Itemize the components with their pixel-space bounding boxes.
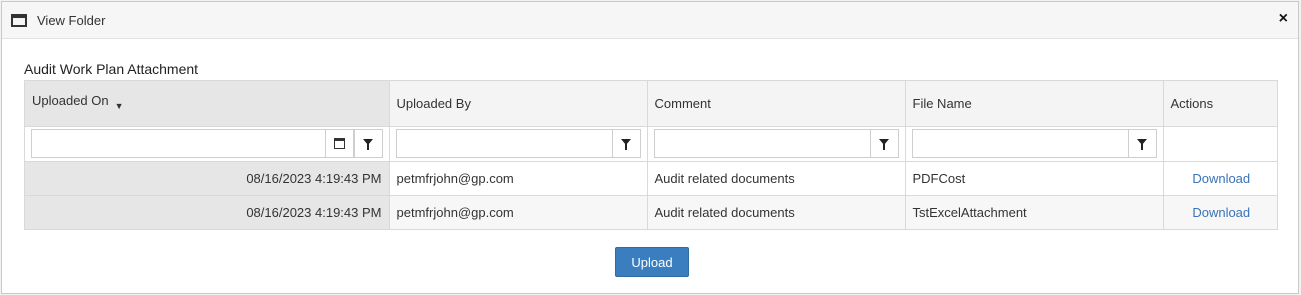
column-header-uploaded-by[interactable]: Uploaded By (389, 81, 648, 127)
actions-cell: Download (1163, 161, 1277, 196)
uploaded-by-cell: petmfrjohn@gp.com (389, 195, 648, 229)
filter-cell-uploaded-on (25, 126, 390, 162)
upload-button[interactable]: Upload (615, 247, 689, 277)
table-row: 08/16/2023 4:19:43 PM petmfrjohn@gp.com … (25, 195, 1277, 229)
filter-icon (879, 138, 889, 150)
file-name-cell: TstExcelAttachment (905, 195, 1164, 229)
filter-icon (363, 138, 373, 150)
file-name-filter-input[interactable] (911, 129, 1128, 158)
dialog-title: View Folder (37, 12, 106, 28)
comment-cell: Audit related documents (647, 195, 906, 229)
filter-cell-uploaded-by (389, 126, 648, 162)
filter-cell-actions (1163, 126, 1277, 162)
calendar-icon (333, 138, 345, 149)
dialog-titlebar: View Folder × (2, 2, 1298, 39)
attachments-grid: Uploaded On ▼ Uploaded By Comment File Na… (24, 80, 1278, 230)
column-header-file-name[interactable]: File Name (905, 81, 1164, 127)
comment-filter-input[interactable] (653, 129, 870, 158)
section-title: Audit Work Plan Attachment (24, 61, 199, 77)
calendar-button[interactable] (324, 129, 354, 158)
sort-desc-icon: ▼ (114, 101, 124, 111)
uploaded-by-filter-input[interactable] (395, 129, 612, 158)
filter-icon (1137, 138, 1147, 150)
uploaded-on-cell: 08/16/2023 4:19:43 PM (25, 195, 390, 229)
file-name-filter-button[interactable] (1127, 129, 1157, 158)
view-folder-dialog: View Folder × Audit Work Plan Attachment… (1, 1, 1299, 294)
uploaded-on-filter-input[interactable] (31, 129, 325, 158)
table-row: 08/16/2023 4:19:43 PM petmfrjohn@gp.com … (25, 161, 1277, 196)
uploaded-by-cell: petmfrjohn@gp.com (389, 161, 648, 196)
column-header-actions: Actions (1163, 81, 1277, 127)
download-link[interactable]: Download (1192, 171, 1250, 186)
filter-cell-file-name (905, 126, 1164, 162)
column-header-label: Uploaded On (32, 93, 109, 108)
comment-cell: Audit related documents (647, 161, 906, 196)
uploaded-on-filter-button[interactable] (353, 129, 383, 158)
column-header-uploaded-on[interactable]: Uploaded On ▼ (25, 81, 390, 127)
filter-icon (621, 138, 631, 150)
file-name-cell: PDFCost (905, 161, 1164, 196)
actions-cell: Download (1163, 195, 1277, 229)
close-icon[interactable]: × (1279, 11, 1288, 27)
uploaded-on-cell: 08/16/2023 4:19:43 PM (25, 161, 390, 196)
uploaded-by-filter-button[interactable] (611, 129, 641, 158)
window-icon (11, 13, 27, 27)
comment-filter-button[interactable] (869, 129, 899, 158)
download-link[interactable]: Download (1192, 205, 1250, 220)
column-header-comment[interactable]: Comment (647, 81, 906, 127)
filter-cell-comment (647, 126, 906, 162)
